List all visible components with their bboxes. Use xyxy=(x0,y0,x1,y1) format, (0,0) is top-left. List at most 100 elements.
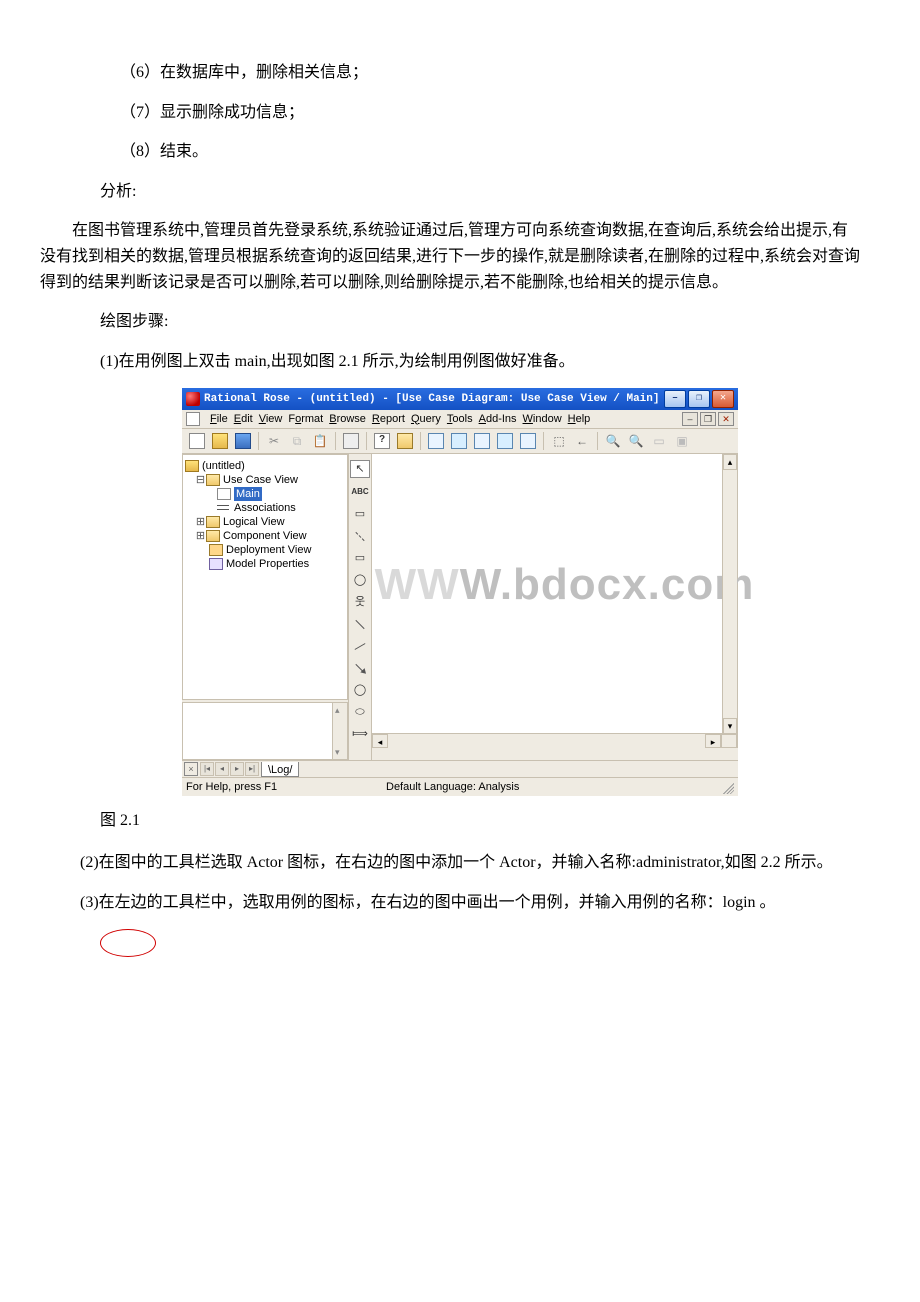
realize-tool[interactable]: ⟾ xyxy=(351,726,369,742)
browse-view-button[interactable] xyxy=(394,430,416,452)
step-item-8: （8）结束。 xyxy=(0,139,920,165)
scroll-up-button[interactable]: ▴ xyxy=(723,454,737,470)
diagram-btn-4[interactable] xyxy=(494,430,516,452)
tree-logical-view[interactable]: ⊞Logical View xyxy=(185,515,345,529)
use-case-oval-icon xyxy=(100,929,156,957)
nav-up-button[interactable]: ⬚ xyxy=(548,430,570,452)
tree-root[interactable]: (untitled) xyxy=(185,459,345,473)
log-tab[interactable]: \Log/ xyxy=(261,762,299,777)
paste-button[interactable]: 📋 xyxy=(309,430,331,452)
menu-help[interactable]: Help xyxy=(568,411,591,429)
scroll-down-button[interactable]: ▾ xyxy=(723,718,737,734)
menu-format[interactable]: Format xyxy=(288,411,323,429)
anchor-tool[interactable] xyxy=(351,528,369,544)
menu-addins[interactable]: Add-Ins xyxy=(479,411,517,429)
drawing-step-3: (3)在左边的工具栏中，选取用例的图标，在右边的图中画出一个用例，并输入用例的名… xyxy=(0,890,920,916)
drawing-step-1: (1)在用例图上双击 main,出现如图 2.1 所示,为绘制用例图做好准备。 xyxy=(0,349,920,375)
diagram-canvas[interactable]: WWW.bdocx.com ▴ ▾ ◂ ▸ xyxy=(372,454,738,748)
status-language: Default Language: Analysis xyxy=(386,779,519,797)
log-prev-button[interactable]: ◂ xyxy=(215,762,229,776)
nav-back-button[interactable]: ← xyxy=(571,430,593,452)
maximize-button[interactable]: ❐ xyxy=(688,390,710,408)
drawing-step-2: (2)在图中的工具栏选取 Actor 图标，在右边的图中添加一个 Actor，并… xyxy=(0,850,920,876)
text-tool[interactable]: ABC xyxy=(351,484,369,500)
mdi-minimize-button[interactable]: – xyxy=(682,412,698,426)
doc-scrollbar[interactable] xyxy=(332,703,347,759)
scroll-corner xyxy=(721,734,737,748)
mdi-system-icon[interactable] xyxy=(186,412,200,426)
work-area: (untitled) ⊟Use Case View Main Associati… xyxy=(182,454,738,760)
screenshot-window: Rational Rose - (untitled) - [Use Case D… xyxy=(182,388,738,796)
red-oval-shape xyxy=(0,929,920,957)
log-first-button[interactable]: |◂ xyxy=(200,762,214,776)
analysis-paragraph: 在图书管理系统中,管理员首先登录系统,系统验证通过后,管理方可向系统查询数据,在… xyxy=(0,218,920,295)
canvas-horizontal-scrollbar[interactable]: ◂ ▸ xyxy=(372,733,737,748)
actor-tool[interactable]: 웃 xyxy=(351,594,369,610)
status-bar: For Help, press F1 Default Language: Ana… xyxy=(182,777,738,796)
open-button[interactable] xyxy=(209,430,231,452)
mdi-restore-button[interactable]: ❐ xyxy=(700,412,716,426)
zoom-in-button[interactable]: 🔍 xyxy=(602,430,624,452)
resize-grip[interactable] xyxy=(720,780,734,794)
close-log-button[interactable]: × xyxy=(184,762,198,776)
log-last-button[interactable]: ▸| xyxy=(245,762,259,776)
toolbar: ✂ ⧉ 📋 ? ⬚ ← 🔍 🔍 ▭ ▣ xyxy=(182,429,738,454)
mdi-close-button[interactable]: ✕ xyxy=(718,412,734,426)
log-next-button[interactable]: ▸ xyxy=(230,762,244,776)
fit-selection-button[interactable]: ▣ xyxy=(671,430,693,452)
tree-component-view[interactable]: ⊞Component View xyxy=(185,529,345,543)
close-button[interactable]: ✕ xyxy=(712,390,734,408)
step-item-7: （7）显示删除成功信息； xyxy=(0,100,920,126)
new-button[interactable] xyxy=(186,430,208,452)
step-item-6: （6）在数据库中，删除相关信息； xyxy=(0,60,920,86)
tree-main-diagram[interactable]: Main xyxy=(185,487,345,501)
diagram-btn-2[interactable] xyxy=(448,430,470,452)
menu-window[interactable]: Window xyxy=(523,411,562,429)
note-tool[interactable]: ▭ xyxy=(351,506,369,522)
scroll-left-button[interactable]: ◂ xyxy=(372,734,388,748)
print-button[interactable] xyxy=(340,430,362,452)
dependency-tool[interactable] xyxy=(351,638,369,654)
tree-usecase-view[interactable]: ⊟Use Case View xyxy=(185,473,345,487)
model-tree[interactable]: (untitled) ⊟Use Case View Main Associati… xyxy=(182,454,348,700)
association-tool[interactable] xyxy=(351,616,369,632)
window-title: Rational Rose - (untitled) - [Use Case D… xyxy=(204,391,664,409)
generalization-tool[interactable] xyxy=(351,660,369,676)
tree-model-properties[interactable]: Model Properties xyxy=(185,557,345,571)
diagram-btn-5[interactable] xyxy=(517,430,539,452)
diagram-btn-1[interactable] xyxy=(425,430,447,452)
pointer-tool[interactable]: ↖ xyxy=(350,460,370,478)
analysis-heading: 分析: xyxy=(0,179,920,205)
menu-file[interactable]: File xyxy=(210,411,228,429)
titlebar[interactable]: Rational Rose - (untitled) - [Use Case D… xyxy=(182,388,738,410)
diagram-btn-3[interactable] xyxy=(471,430,493,452)
tool-palette: ↖ ABC ▭ ▭ ◯ 웃 ◯ ⬭ ⟾ xyxy=(348,454,372,760)
menubar: File Edit View Format Browse Report Quer… xyxy=(182,410,738,429)
cut-button[interactable]: ✂ xyxy=(263,430,285,452)
menu-view[interactable]: View xyxy=(259,411,283,429)
usecase-tool-3[interactable]: ⬭ xyxy=(351,704,369,720)
menu-query[interactable]: Query xyxy=(411,411,441,429)
zoom-out-button[interactable]: 🔍 xyxy=(625,430,647,452)
copy-button[interactable]: ⧉ xyxy=(286,430,308,452)
usecase-tool-2[interactable]: ◯ xyxy=(351,682,369,698)
left-pane: (untitled) ⊟Use Case View Main Associati… xyxy=(182,454,348,760)
scroll-right-button[interactable]: ▸ xyxy=(705,734,721,748)
menu-tools[interactable]: Tools xyxy=(447,411,473,429)
tree-deployment-view[interactable]: Deployment View xyxy=(185,543,345,557)
context-help-button[interactable]: ? xyxy=(371,430,393,452)
menu-browse[interactable]: Browse xyxy=(329,411,366,429)
package-tool[interactable]: ▭ xyxy=(351,550,369,566)
status-help-text: For Help, press F1 xyxy=(186,779,386,797)
tree-associations[interactable]: Associations xyxy=(185,501,345,515)
save-button[interactable] xyxy=(232,430,254,452)
usecase-tool[interactable]: ◯ xyxy=(351,572,369,588)
menu-report[interactable]: Report xyxy=(372,411,405,429)
figure-caption: 图 2.1 xyxy=(0,808,920,834)
canvas-vertical-scrollbar[interactable]: ▴ ▾ xyxy=(722,454,737,734)
menu-edit[interactable]: Edit xyxy=(234,411,253,429)
log-bar: × |◂ ◂ ▸ ▸| \Log/ xyxy=(182,760,738,777)
minimize-button[interactable]: – xyxy=(664,390,686,408)
fit-window-button[interactable]: ▭ xyxy=(648,430,670,452)
documentation-pane[interactable] xyxy=(182,702,348,760)
